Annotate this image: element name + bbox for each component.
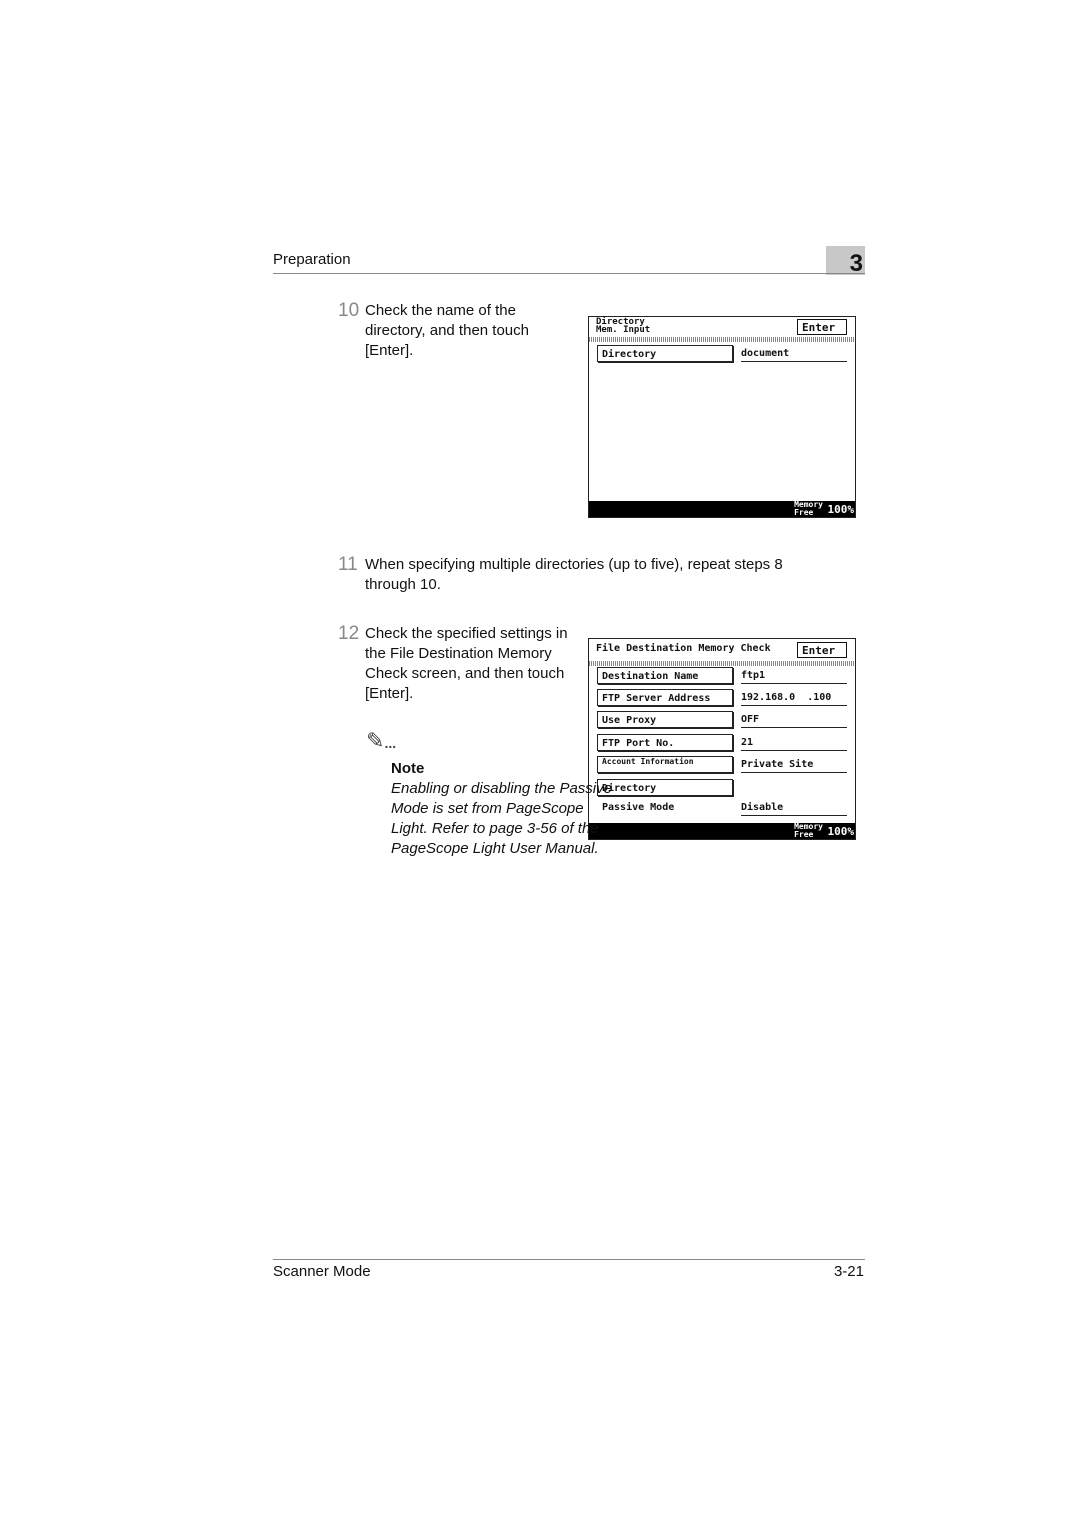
section-header: Preparation [273, 251, 351, 268]
page-number: 3-21 [833, 1263, 864, 1280]
step-12: 12 Check the specified settings in the Fi… [338, 623, 568, 703]
chapter-badge: 3 [826, 246, 865, 277]
step-10: 10 Check the name of the directory, and t… [338, 301, 565, 361]
use-proxy-button[interactable]: Use Proxy [597, 711, 733, 728]
footer-rule [273, 1259, 865, 1260]
destination-name-value: ftp1 [741, 669, 847, 684]
enter-button[interactable]: Enter [797, 642, 847, 658]
directory-button[interactable]: Directory [597, 345, 733, 362]
step-number: 10 [338, 300, 360, 321]
directory-value: document [741, 347, 847, 362]
status-bar: Memory Free 100% [589, 501, 855, 517]
step-text: Check the name of the directory, and the… [365, 302, 529, 359]
destination-name-button[interactable]: Destination Name [597, 667, 733, 684]
pencil-note-icon: ✎... [366, 728, 397, 753]
screen-title: Directory Mem. Input [596, 317, 651, 335]
ftp-server-address-value: 192.168.0 .100 [741, 691, 847, 706]
note-text: Enabling or disabling the Passive Mode i… [391, 780, 612, 857]
account-information-value: Private Site [741, 758, 847, 773]
account-information-button[interactable]: Account Information [597, 756, 733, 773]
ftp-server-address-button[interactable]: FTP Server Address [597, 689, 733, 706]
footer-section: Scanner Mode [273, 1263, 371, 1280]
ftp-port-value: 21 [741, 736, 847, 751]
header-rule [273, 273, 865, 274]
directory-mem-input-screen: Directory Mem. Input Enter Directory docu… [588, 316, 856, 518]
step-11: 11 When specifying multiple directories (… [338, 554, 783, 594]
manual-page: Preparation 3 10 Check the name of the di… [0, 0, 1080, 1528]
note-title: Note [391, 760, 425, 777]
divider [589, 337, 855, 342]
passive-mode-value: Disable [741, 801, 847, 816]
divider [589, 661, 855, 666]
use-proxy-value: OFF [741, 713, 847, 728]
enter-button[interactable]: Enter [797, 319, 847, 335]
ftp-port-button[interactable]: FTP Port No. [597, 734, 733, 751]
file-destination-memory-check-screen: File Destination Memory Check Enter Dest… [588, 638, 856, 840]
status-bar: Memory Free 100% [589, 823, 855, 839]
screen-title: File Destination Memory Check [596, 643, 771, 654]
